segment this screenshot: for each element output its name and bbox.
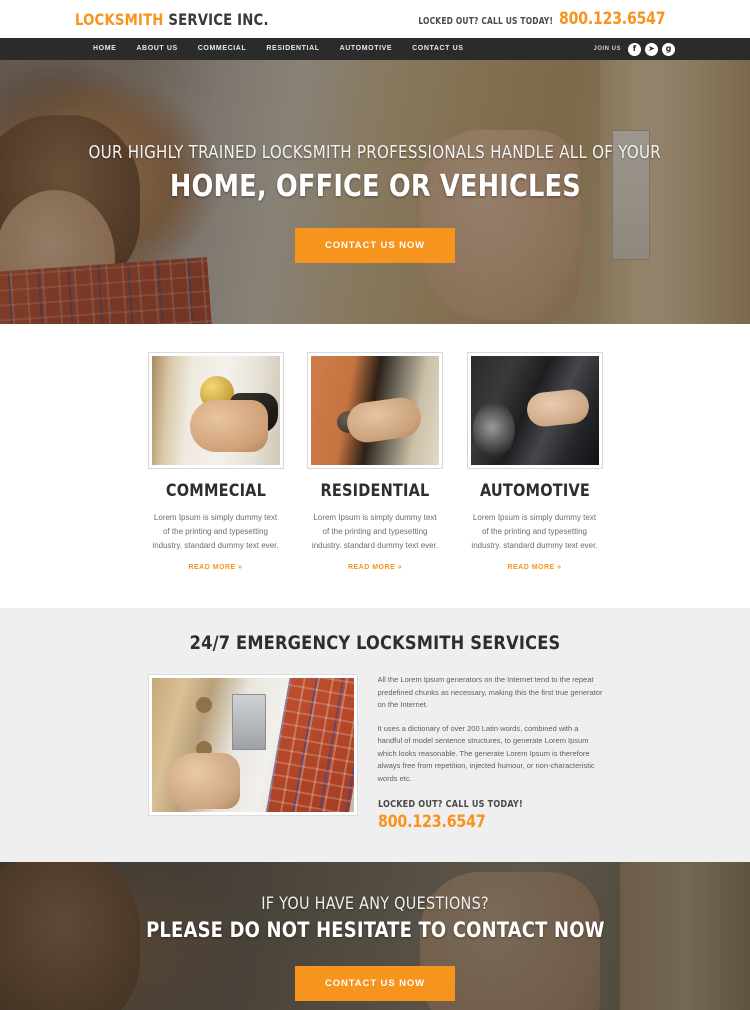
facebook-icon[interactable]: f	[628, 42, 641, 56]
residential-photo-inner	[311, 356, 439, 465]
commercial-door-lock-photo	[147, 352, 284, 469]
services-section: COMMECIAL Lorem Ipsum is simply dummy te…	[0, 324, 750, 608]
hero-title: HOME, OFFICE OR VEHICLES	[169, 169, 581, 204]
emergency-door-holes	[195, 696, 212, 713]
hero-subtitle: OUR HIGHLY TRAINED LOCKSMITH PROFESSIONA…	[88, 142, 662, 163]
header-phone-number[interactable]: 800.123.6547	[559, 9, 666, 29]
navigation-menu: HOME ABOUT US COMMECIAL RESIDENTIAL AUTO…	[83, 38, 474, 60]
service-card-title: COMMECIAL	[165, 481, 266, 501]
service-card-text: Lorem Ipsum is simply dummy text of the …	[311, 513, 439, 550]
navigation-inner: HOME ABOUT US COMMECIAL RESIDENTIAL AUTO…	[75, 38, 675, 60]
landing-page: LOCKSMITH SERVICE INC. LOCKED OUT? CALL …	[0, 0, 750, 1010]
commercial-locksmith-tool	[229, 393, 278, 434]
google-plus-icon[interactable]: g	[662, 42, 675, 56]
emergency-services-section: 24/7 EMERGENCY LOCKSMITH SERVICES All th…	[0, 608, 750, 862]
cta-contact-us-button[interactable]: CONTACT US NOW	[294, 966, 456, 1001]
top-header-bar: LOCKSMITH SERVICE INC. LOCKED OUT? CALL …	[0, 0, 750, 38]
cta-content: IF YOU HAVE ANY QUESTIONS? PLEASE DO NOT…	[0, 862, 750, 1010]
nav-item-residential[interactable]: RESIDENTIAL	[256, 38, 329, 60]
twitter-icon[interactable]: ➤	[645, 42, 658, 56]
nav-item-commecial[interactable]: COMMECIAL	[188, 38, 257, 60]
emergency-photo-inner	[151, 678, 354, 812]
header-phone-block: LOCKED OUT? CALL US TODAY! 800.123.6547	[400, 9, 675, 29]
read-more-link[interactable]: READ MORE »	[507, 564, 561, 571]
nav-item-home[interactable]: HOME	[83, 38, 126, 60]
emergency-paragraph-2: It uses a dictionary of over 200 Latin w…	[377, 723, 595, 783]
read-more-link[interactable]: READ MORE »	[348, 564, 402, 571]
cta-banner-section: IF YOU HAVE ANY QUESTIONS? PLEASE DO NOT…	[0, 862, 750, 1010]
site-logo[interactable]: LOCKSMITH SERVICE INC.	[75, 10, 269, 29]
logo-primary-text: LOCKSMITH	[75, 9, 164, 29]
top-header-inner: LOCKSMITH SERVICE INC. LOCKED OUT? CALL …	[75, 9, 675, 29]
service-card-title: AUTOMOTIVE	[479, 481, 590, 501]
nav-item-automotive[interactable]: AUTOMOTIVE	[330, 38, 403, 60]
main-navigation-bar: HOME ABOUT US COMMECIAL RESIDENTIAL AUTO…	[0, 38, 750, 60]
cta-subtitle: IF YOU HAVE ANY QUESTIONS?	[261, 894, 489, 914]
nav-item-contact-us[interactable]: CONTACT US	[402, 38, 473, 60]
automotive-car-door-photo	[466, 352, 603, 469]
cta-title: PLEASE DO NOT HESITATE TO CONTACT NOW	[145, 918, 605, 942]
social-links: JOIN US f ➤ g	[593, 42, 675, 56]
service-card-automotive[interactable]: AUTOMOTIVE Lorem Ipsum is simply dummy t…	[466, 352, 603, 574]
emergency-hand	[167, 753, 240, 810]
service-card-residential[interactable]: RESIDENTIAL Lorem Ipsum is simply dummy …	[307, 352, 443, 574]
locksmith-installing-mortise-lock-photo	[147, 674, 358, 816]
services-cards-row: COMMECIAL Lorem Ipsum is simply dummy te…	[147, 352, 603, 574]
emergency-phone-number[interactable]: 800.123.6547	[378, 812, 587, 832]
nav-item-about-us[interactable]: ABOUT US	[126, 38, 187, 60]
automotive-photo-inner	[470, 356, 599, 465]
header-phone-label: LOCKED OUT? CALL US TODAY!	[418, 16, 554, 27]
emergency-phone-label: LOCKED OUT? CALL US TODAY!	[377, 799, 523, 810]
emergency-plaid-sleeve	[265, 678, 354, 812]
residential-door-handle-photo	[307, 352, 443, 469]
service-card-text: Lorem Ipsum is simply dummy text of the …	[152, 513, 279, 550]
emergency-lock-plate	[232, 694, 267, 751]
emergency-content-row: All the Lorem Ipsum generators on the In…	[147, 674, 603, 832]
service-card-text: Lorem Ipsum is simply dummy text of the …	[471, 513, 598, 550]
logo-secondary-text: SERVICE INC.	[163, 9, 269, 29]
hero-contact-us-button[interactable]: CONTACT US NOW	[294, 228, 456, 263]
join-us-label: JOIN US	[593, 46, 621, 52]
hero-banner: OUR HIGHLY TRAINED LOCKSMITH PROFESSIONA…	[0, 60, 750, 324]
emergency-paragraph-1: All the Lorem Ipsum generators on the In…	[377, 675, 603, 709]
emergency-text-block: All the Lorem Ipsum generators on the In…	[378, 674, 603, 832]
service-card-title: RESIDENTIAL	[320, 481, 430, 501]
service-card-commecial[interactable]: COMMECIAL Lorem Ipsum is simply dummy te…	[147, 352, 284, 574]
read-more-link[interactable]: READ MORE »	[188, 564, 242, 571]
emergency-section-title: 24/7 EMERGENCY LOCKSMITH SERVICES	[189, 632, 561, 654]
hero-content: OUR HIGHLY TRAINED LOCKSMITH PROFESSIONA…	[0, 60, 750, 324]
commercial-photo-inner	[151, 356, 280, 465]
